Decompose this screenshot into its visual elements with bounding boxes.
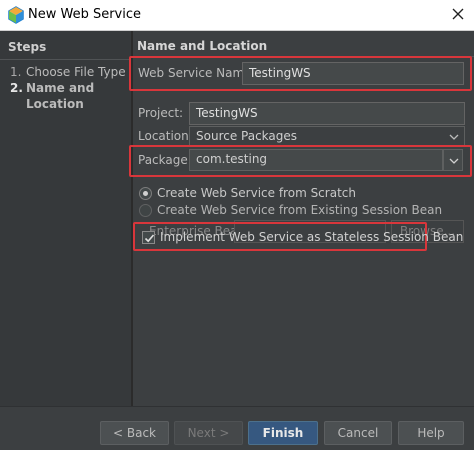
- checkmark-icon: [144, 234, 155, 243]
- stateless-session-bean-checkbox[interactable]: [142, 231, 155, 244]
- step-label: Choose File Type: [26, 65, 126, 79]
- netbeans-cube-icon: [8, 6, 24, 24]
- chevron-down-icon: [449, 134, 459, 140]
- package-label: Package:: [138, 153, 192, 167]
- create-from-scratch-label: Create Web Service from Scratch: [157, 186, 356, 200]
- step-number: 2.: [10, 81, 23, 95]
- steps-divider: [0, 59, 131, 60]
- project-field: TestingWS: [189, 102, 465, 125]
- create-from-session-bean-label: Create Web Service from Existing Session…: [157, 203, 443, 217]
- project-label: Project:: [138, 106, 184, 120]
- service-name-input[interactable]: TestingWS: [242, 62, 464, 85]
- step-label: Name and Location: [26, 81, 95, 111]
- package-value: com.testing: [196, 152, 268, 166]
- window-title: New Web Service: [28, 7, 142, 22]
- step-choose-file-type: 1. Choose File Type: [10, 64, 126, 80]
- create-from-session-bean-radio[interactable]: [139, 204, 152, 217]
- steps-title: Steps: [8, 40, 47, 54]
- new-web-service-dialog: New Web Service Steps 1. Choose File Type…: [0, 0, 474, 450]
- chevron-down-icon: [449, 158, 459, 164]
- service-name-label-text: Web Service Name:: [138, 66, 256, 80]
- steps-panel: Steps 1. Choose File Type 2. Name and Loca…: [0, 31, 131, 406]
- package-dropdown-button[interactable]: [443, 149, 463, 171]
- close-icon[interactable]: [448, 4, 468, 24]
- step-name-and-location: 2. Name and Location: [10, 80, 126, 112]
- finish-button[interactable]: Finish: [248, 421, 318, 445]
- title-bar: New Web Service: [0, 0, 474, 31]
- location-label: Location:: [138, 129, 193, 143]
- package-combo[interactable]: com.testing: [189, 149, 443, 171]
- stateless-session-bean-label: Implement Web Service as Stateless Sessi…: [160, 230, 464, 244]
- cancel-button[interactable]: Cancel: [324, 421, 392, 445]
- back-button[interactable]: < Back: [100, 421, 169, 445]
- location-dropdown[interactable]: Source Packages: [189, 126, 465, 147]
- create-from-scratch-radio[interactable]: [139, 187, 152, 200]
- help-button[interactable]: Help: [398, 421, 464, 445]
- next-button[interactable]: Next >: [174, 421, 243, 445]
- section-title: Name and Location: [137, 39, 268, 53]
- step-number: 1.: [10, 65, 22, 79]
- location-value: Source Packages: [196, 129, 298, 143]
- service-name-label: Web Service Name:: [138, 66, 256, 80]
